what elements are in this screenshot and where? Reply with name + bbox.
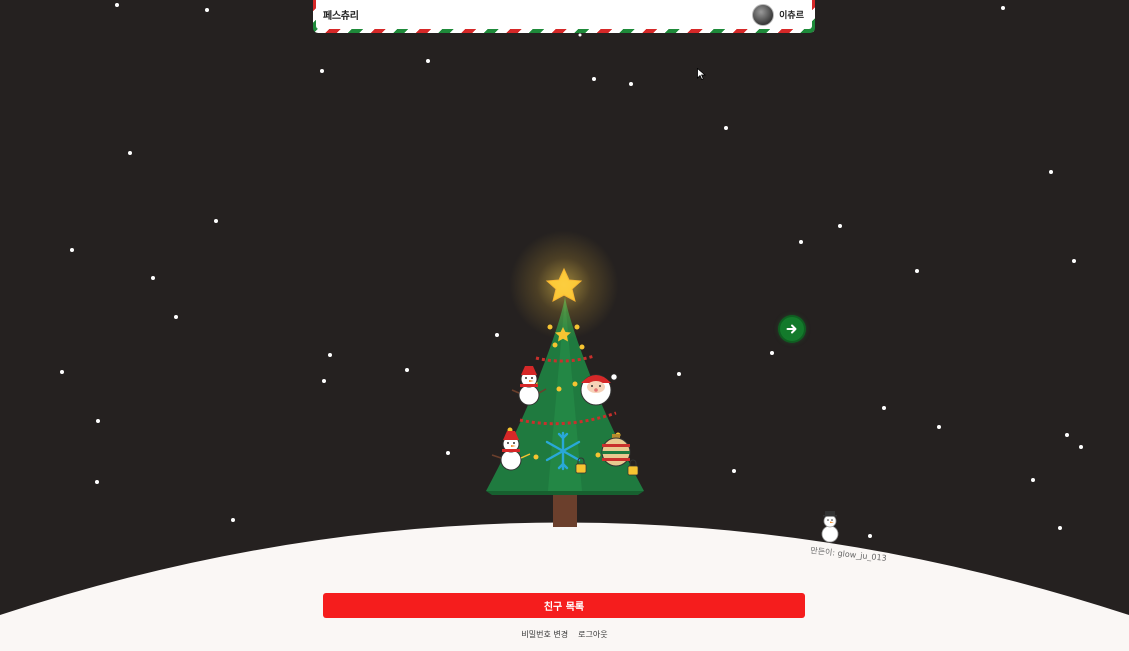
christmas-tree[interactable] bbox=[470, 230, 660, 530]
friends-list-button[interactable]: 친구 목록 bbox=[323, 593, 805, 618]
footer-links: 비밀번호 변경 로그아웃 bbox=[0, 629, 1129, 640]
top-bar-inner: 페스츄리 이츄르 bbox=[316, 0, 812, 29]
avatar[interactable] bbox=[752, 3, 775, 26]
arrow-right-icon bbox=[786, 324, 797, 334]
top-bar: 페스츄리 이츄르 bbox=[313, 0, 815, 33]
mouse-cursor-icon bbox=[697, 68, 706, 80]
star-glow bbox=[509, 230, 619, 340]
app-title[interactable]: 페스츄리 bbox=[323, 7, 359, 22]
user-profile[interactable]: 이츄르 bbox=[752, 3, 804, 26]
username: 이츄르 bbox=[779, 11, 804, 21]
logout-link[interactable]: 로그아웃 bbox=[578, 629, 607, 640]
next-tree-button[interactable] bbox=[780, 317, 804, 341]
snowman-icon bbox=[821, 511, 839, 543]
change-password-link[interactable]: 비밀번호 변경 bbox=[521, 629, 568, 640]
